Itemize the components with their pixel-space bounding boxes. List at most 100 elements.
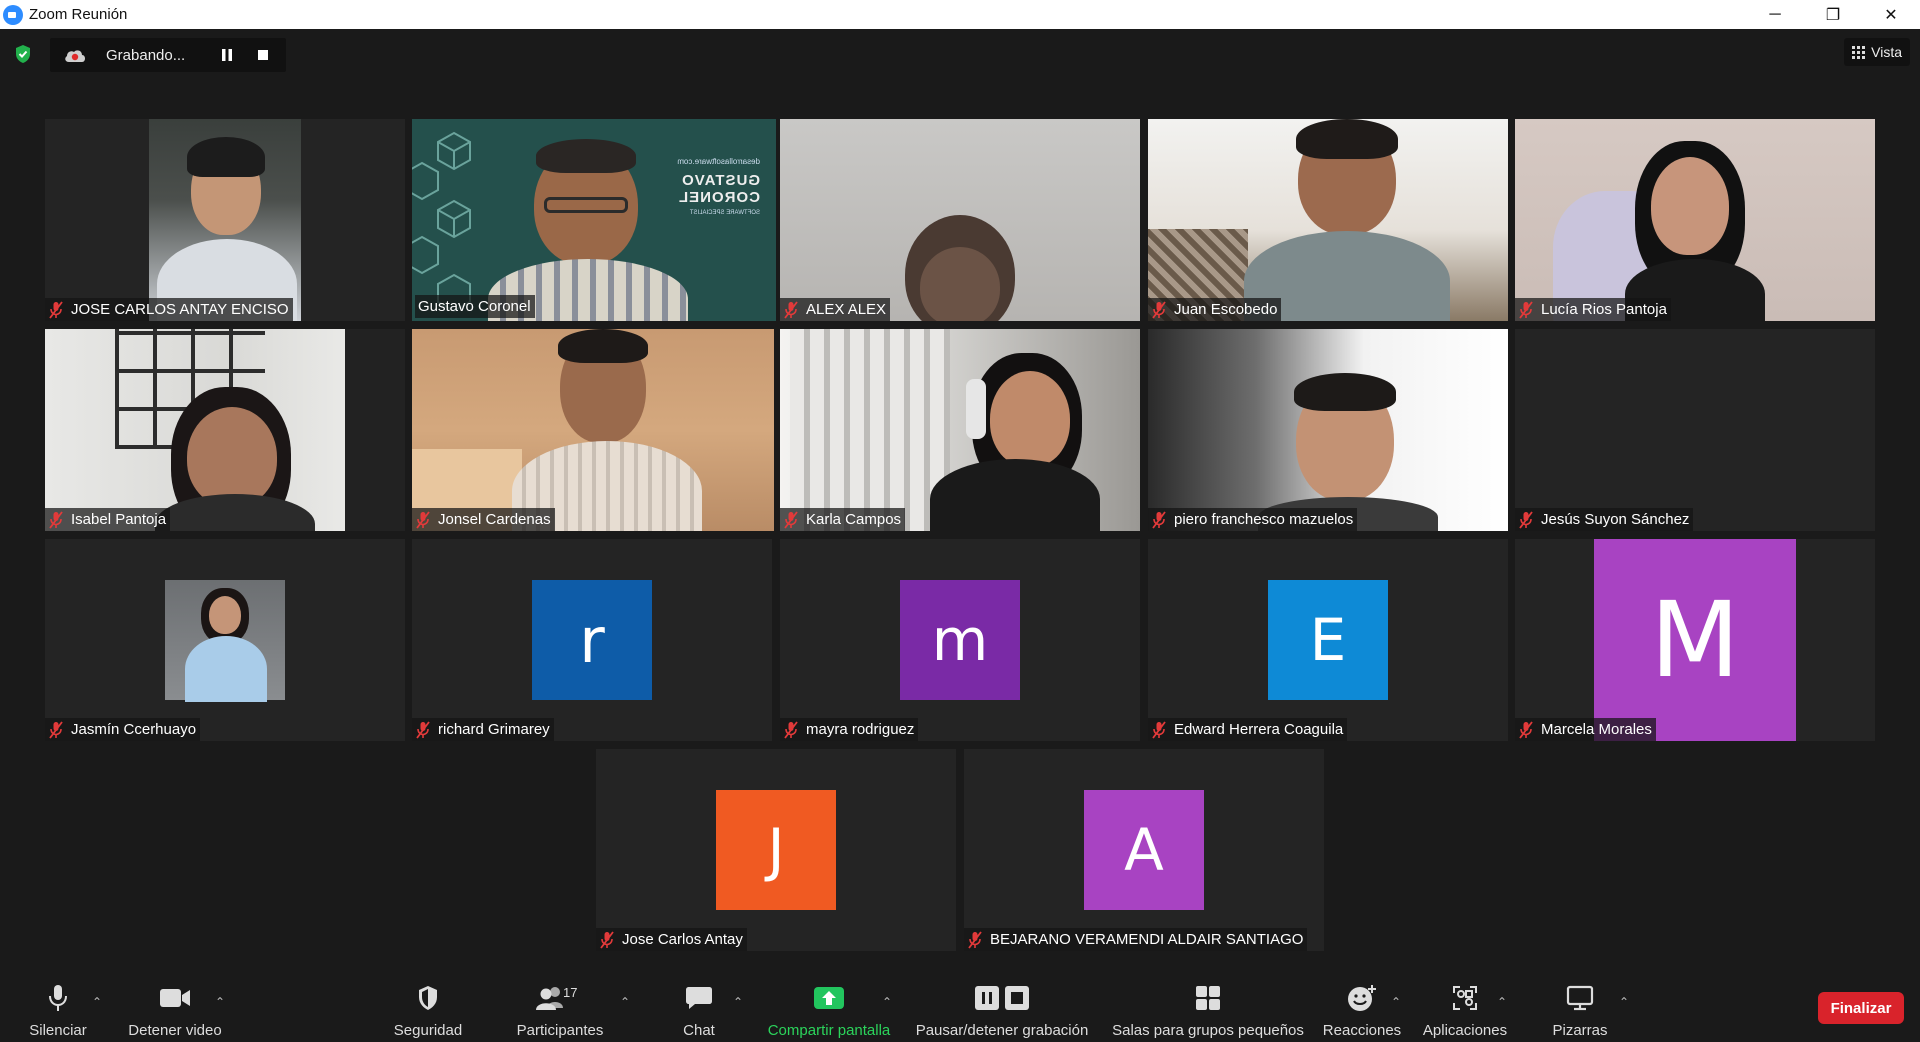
participant-name: ALEX ALEX [806, 301, 887, 318]
participant-tile[interactable]: J Jose Carlos Antay [596, 749, 956, 951]
end-meeting-button[interactable]: Finalizar [1818, 992, 1904, 1024]
apps-options-chevron-up-icon[interactable]: ⌃ [1496, 995, 1508, 1009]
video-feed [1148, 119, 1508, 321]
muted-mic-icon [1518, 511, 1534, 529]
view-button[interactable]: Vista [1844, 38, 1910, 66]
microphone-icon [47, 983, 69, 1013]
participant-tile[interactable]: E Edward Herrera Coaguila [1148, 539, 1508, 741]
video-feed [1148, 329, 1508, 531]
apps-label: Aplicaciones [1422, 1022, 1508, 1039]
slide-website: desarrollasoftware.com [677, 157, 760, 166]
minimize-button[interactable]: ─ [1746, 0, 1804, 29]
whiteboards-label: Pizarras [1552, 1022, 1608, 1039]
participant-tile[interactable]: piero franchesco mazuelos [1148, 329, 1508, 531]
participant-tile[interactable]: ALEX ALEX [780, 119, 1140, 321]
muted-mic-icon [415, 511, 431, 529]
zoom-logo-icon [3, 4, 23, 25]
muted-mic-icon [415, 721, 431, 739]
participant-name-tag: Jasmín Ccerhuayo [45, 718, 201, 741]
video-options-chevron-up-icon[interactable]: ⌃ [214, 995, 226, 1009]
participant-tile[interactable]: JOSE CARLOS ANTAY ENCISO [45, 119, 405, 321]
participant-name-tag: Lucía Rios Pantoja [1515, 298, 1671, 321]
close-button[interactable]: ✕ [1862, 0, 1920, 29]
participant-name: richard Grimarey [438, 721, 550, 738]
avatar-initial: A [1084, 790, 1204, 910]
whiteboards-options-chevron-up-icon[interactable]: ⌃ [1618, 995, 1630, 1009]
grid-view-icon [1852, 45, 1866, 59]
video-feed [412, 329, 774, 531]
participant-name: mayra rodriguez [806, 721, 915, 738]
muted-mic-icon [1518, 301, 1534, 319]
muted-mic-icon [783, 721, 799, 739]
video-feed: desarrollasoftware.com GUSTAVO CORONEL S… [412, 119, 776, 321]
muted-mic-icon [1151, 511, 1167, 529]
muted-mic-icon [1518, 721, 1534, 739]
breakout-rooms-button[interactable]: Salas para grupos pequeños [1108, 973, 1308, 1042]
participant-tile[interactable]: Jesús Suyon Sánchez [1515, 329, 1875, 531]
participants-button[interactable]: 17 Participantes [512, 973, 608, 1042]
audio-options-chevron-up-icon[interactable]: ⌃ [91, 995, 103, 1009]
reactions-options-chevron-up-icon[interactable]: ⌃ [1390, 995, 1402, 1009]
mute-button[interactable]: Silenciar [20, 973, 96, 1042]
recording-status-text: Grabando... [106, 46, 186, 64]
muted-mic-icon [967, 931, 983, 949]
participant-tile[interactable]: Isabel Pantoja [45, 329, 405, 531]
restore-button[interactable]: ❐ [1804, 0, 1862, 29]
video-feed [45, 329, 405, 531]
muted-mic-icon [48, 301, 64, 319]
video-feed [149, 119, 301, 321]
participant-tile[interactable]: Jonsel Cardenas [412, 329, 774, 531]
participant-tile[interactable]: Lucía Rios Pantoja [1515, 119, 1875, 321]
participant-name: Lucía Rios Pantoja [1541, 301, 1667, 318]
participants-icon: 17 [535, 983, 585, 1013]
security-button[interactable]: Seguridad [388, 973, 468, 1042]
whiteboards-button[interactable]: Pizarras [1540, 973, 1620, 1042]
active-speaker-tile[interactable]: desarrollasoftware.com GUSTAVO CORONEL S… [412, 119, 776, 321]
chat-button[interactable]: Chat [674, 973, 724, 1042]
chat-label: Chat [683, 1022, 715, 1039]
participant-name: Karla Campos [806, 511, 902, 528]
window-title: Zoom Reunión [29, 6, 128, 23]
participant-name: Jasmín Ccerhuayo [71, 721, 197, 738]
chat-bubble-icon [685, 983, 713, 1013]
pause-stop-recording-button[interactable]: Pausar/detener grabación [910, 973, 1094, 1042]
pause-stop-recording-icon [974, 983, 1030, 1013]
participant-tile[interactable]: Karla Campos [780, 329, 1140, 531]
stop-recording-button[interactable] [248, 38, 278, 72]
participant-tile[interactable]: Juan Escobedo [1148, 119, 1508, 321]
share-screen-button[interactable]: Compartir pantalla [760, 973, 898, 1042]
profile-photo [165, 580, 285, 702]
stop-video-button[interactable]: Detener video [120, 973, 230, 1042]
participant-name-tag: JOSE CARLOS ANTAY ENCISO [45, 298, 293, 321]
share-options-chevron-up-icon[interactable]: ⌃ [881, 995, 893, 1009]
participant-name-tag: Edward Herrera Coaguila [1148, 718, 1348, 741]
chat-options-chevron-up-icon[interactable]: ⌃ [732, 995, 744, 1009]
breakout-rooms-grid-icon [1195, 983, 1221, 1013]
breakout-rooms-label: Salas para grupos pequeños [1112, 1022, 1304, 1039]
participant-name: BEJARANO VERAMENDI ALDAIR SANTIAGO [990, 931, 1304, 948]
participant-name-tag: Marcela Morales [1515, 718, 1656, 741]
participant-tile[interactable]: M Marcela Morales [1515, 539, 1875, 741]
participant-tile[interactable]: r richard Grimarey [412, 539, 772, 741]
participant-name: piero franchesco mazuelos [1174, 511, 1354, 528]
participant-name-tag: mayra rodriguez [780, 718, 919, 741]
avatar-initial: J [716, 790, 836, 910]
encryption-shield-icon[interactable] [14, 44, 32, 64]
slide-name-line2: CORONEL [678, 189, 760, 206]
whiteboard-icon [1566, 983, 1594, 1013]
title-bar: Zoom Reunión ─ ❐ ✕ [0, 0, 1920, 29]
smiley-plus-icon [1347, 983, 1377, 1013]
stop-icon [258, 50, 268, 60]
participants-count: 17 [563, 985, 578, 1000]
participant-name-tag: BEJARANO VERAMENDI ALDAIR SANTIAGO [964, 928, 1308, 951]
participant-tile[interactable]: Jasmín Ccerhuayo [45, 539, 405, 741]
meeting-toolbar: Silenciar ⌃ Detener video ⌃ Seguridad 17… [0, 973, 1920, 1042]
pause-recording-button[interactable] [212, 38, 242, 72]
participants-options-chevron-up-icon[interactable]: ⌃ [619, 995, 631, 1009]
video-feed [1515, 119, 1875, 321]
participant-tile[interactable]: m mayra rodriguez [780, 539, 1140, 741]
participant-name: Edward Herrera Coaguila [1174, 721, 1344, 738]
participant-tile[interactable]: A BEJARANO VERAMENDI ALDAIR SANTIAGO [964, 749, 1324, 951]
security-label: Seguridad [393, 1022, 463, 1039]
pause-icon [222, 49, 232, 61]
